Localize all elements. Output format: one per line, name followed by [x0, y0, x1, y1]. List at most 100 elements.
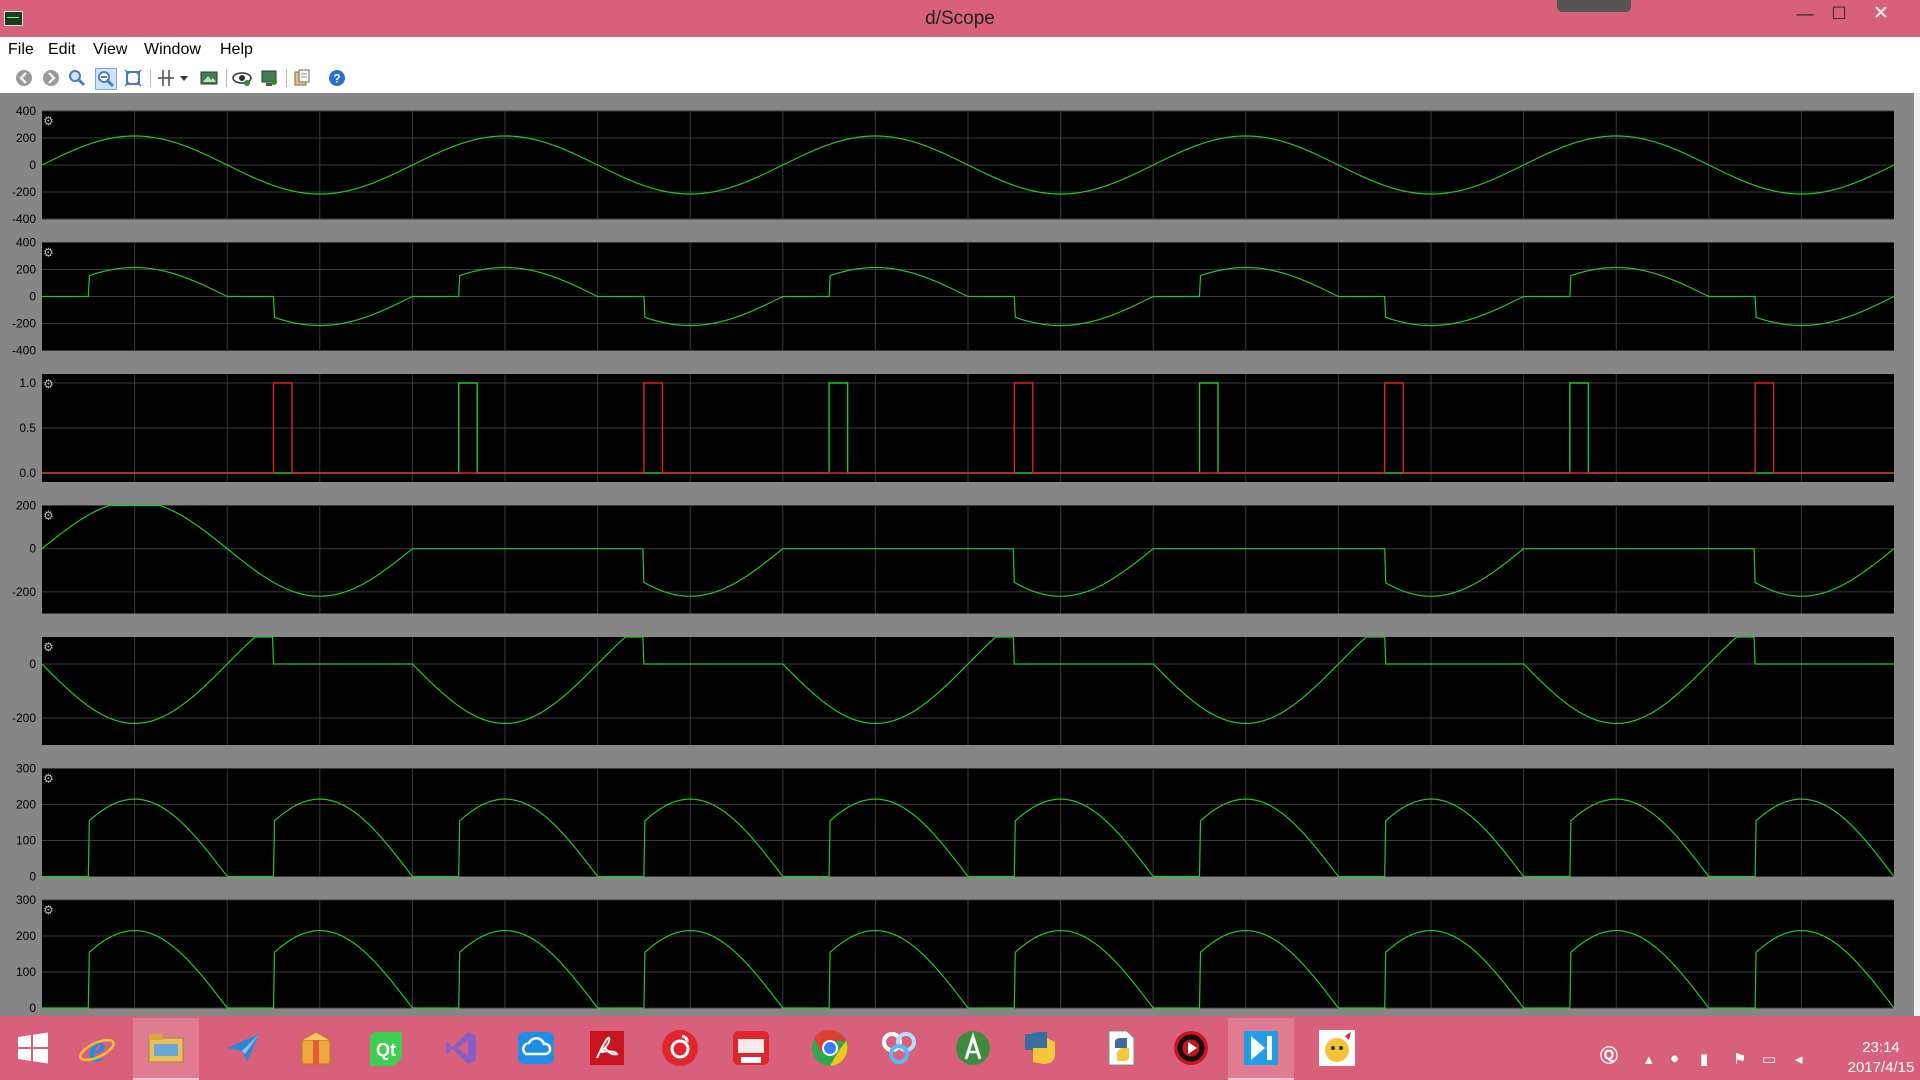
y-tick-label: 0.5 — [19, 421, 36, 435]
package-icon[interactable] — [283, 1018, 349, 1078]
clock-time: 23:14 — [1862, 1039, 1900, 1056]
pin-icon: ⚙ — [43, 640, 54, 654]
y-tick-label: 300 — [16, 762, 36, 776]
y-tick-label: 100 — [16, 965, 36, 979]
fit-icon[interactable] — [123, 68, 143, 88]
y-tick-label: 200 — [16, 263, 36, 277]
zoom-icon[interactable] — [67, 68, 87, 88]
android-studio-icon[interactable] — [940, 1018, 1006, 1078]
y-tick-label: 0 — [29, 290, 36, 304]
y-tick-label: 300 — [16, 893, 36, 907]
pin-icon: ⚙ — [43, 509, 54, 523]
flag-tray-icon[interactable]: ⚑ — [1733, 1050, 1746, 1068]
y-tick-label: 100 — [16, 834, 36, 848]
svg-text:?: ? — [333, 72, 340, 86]
ie-icon[interactable]: e — [64, 1018, 130, 1078]
netease-music-icon[interactable] — [647, 1018, 713, 1078]
eye-icon[interactable] — [232, 68, 252, 88]
y-tick-label: 400 — [16, 104, 36, 118]
chat-app-icon[interactable] — [1304, 1018, 1370, 1078]
scope-panel: 400 200 0 -200 -400 ⚙ — [12, 104, 1895, 226]
display-icon[interactable] — [259, 68, 279, 88]
title-bar: d/Scope — ☐ ✕ — [0, 0, 1920, 37]
pdf-icon[interactable] — [574, 1018, 640, 1078]
maximize-button[interactable]: ☐ — [1822, 0, 1856, 30]
clock[interactable]: 23:14 2017/4/15 — [1846, 1038, 1916, 1078]
scope-panel: 300 200 100 0 ⚙ — [16, 893, 1895, 1015]
pin-icon: ⚙ — [43, 377, 54, 391]
menu-file[interactable]: File — [8, 41, 34, 59]
dropdown-icon[interactable] — [178, 68, 190, 88]
y-tick-label: 0 — [29, 657, 36, 671]
y-tick-label: -400 — [12, 344, 36, 358]
bird-app-icon[interactable] — [210, 1018, 276, 1078]
clock-date: 2017/4/15 — [1847, 1059, 1915, 1076]
visual-studio-icon[interactable] — [427, 1018, 493, 1078]
youdao-icon[interactable] — [718, 1018, 784, 1078]
y-tick-label: 200 — [16, 798, 36, 812]
scope-app-icon[interactable] — [1228, 1018, 1294, 1080]
y-tick-label: 0 — [29, 158, 36, 172]
forward-icon[interactable] — [41, 68, 61, 88]
y-tick-label: 0 — [29, 870, 36, 884]
baidu-cloud-icon[interactable] — [866, 1018, 932, 1078]
svg-text:Qt: Qt — [376, 1040, 396, 1060]
toolbar-separator — [150, 69, 151, 87]
y-tick-label: 1.0 — [19, 376, 36, 390]
chrome-icon[interactable] — [797, 1018, 863, 1078]
image-icon[interactable] — [199, 68, 219, 88]
title-handle — [1557, 0, 1631, 12]
menu-view[interactable]: View — [93, 41, 127, 59]
scope-panel: 1.0 0.5 0.0 ⚙ — [19, 374, 1894, 482]
menu-help[interactable]: Help — [220, 41, 253, 59]
y-tick-label: -200 — [12, 185, 36, 199]
taskbar: e Qt Ⓠ ▴ ● ▮ ⚑ ▭ ◂ 23:14 2017/4/15 — [0, 1016, 1920, 1080]
help-icon[interactable]: ? — [327, 68, 347, 88]
penguin-tray-icon[interactable]: ● — [1670, 1050, 1679, 1067]
qt-icon[interactable]: Qt — [353, 1018, 419, 1078]
back-icon[interactable] — [14, 68, 34, 88]
qq-tray-icon[interactable]: Ⓠ — [1600, 1042, 1618, 1068]
y-tick-label: -200 — [12, 317, 36, 331]
toolbar-separator — [286, 69, 287, 87]
window-title: d/Scope — [925, 8, 995, 29]
usb-tray-icon[interactable]: ▮ — [1700, 1050, 1708, 1068]
toolbar: ? — [0, 63, 1920, 93]
zoom-out-icon[interactable] — [95, 68, 117, 90]
menu-bar: File Edit View Window Help — [0, 37, 1920, 63]
volume-tray-icon[interactable]: ◂ — [1795, 1050, 1803, 1068]
scope-panel: 300 200 100 0 ⚙ — [16, 762, 1895, 884]
window-edge — [1914, 93, 1920, 1016]
svg-text:e: e — [89, 1028, 106, 1068]
minimize-button[interactable]: — — [1788, 0, 1822, 30]
y-tick-label: 0 — [29, 542, 36, 556]
menu-edit[interactable]: Edit — [48, 41, 76, 59]
file-explorer-icon[interactable] — [133, 1018, 199, 1080]
windows-start-icon[interactable] — [0, 1018, 66, 1078]
cloud-icon[interactable] — [503, 1018, 569, 1078]
menu-window[interactable]: Window — [144, 41, 201, 59]
toolbar-separator — [226, 69, 227, 87]
y-tick-label: -200 — [12, 585, 36, 599]
plot-area: 400 200 0 -200 -400 ⚙ 400 200 0 -200 -400 ⚙ 1.0 0.5 0.… — [0, 93, 1914, 1029]
scope-panel: 200 0 -200 ⚙ — [12, 499, 1895, 614]
y-tick-label: 0.0 — [19, 466, 36, 480]
scope-panel: 0 -200 ⚙ — [12, 636, 1894, 745]
python-icon[interactable] — [1010, 1018, 1076, 1078]
y-tick-label: 200 — [16, 929, 36, 943]
close-button[interactable]: ✕ — [1856, 0, 1906, 30]
scope-plots[interactable]: 400 200 0 -200 -400 ⚙ 400 200 0 -200 -400 ⚙ 1.0 0.5 0.… — [0, 93, 1914, 1029]
pin-icon: ⚙ — [43, 903, 54, 917]
media-player-icon[interactable] — [1158, 1018, 1224, 1078]
copy-icon[interactable] — [292, 68, 312, 88]
python-file-icon[interactable] — [1088, 1018, 1154, 1078]
y-tick-label: 0 — [29, 1001, 36, 1015]
y-tick-label: -400 — [12, 212, 36, 226]
y-tick-label: -200 — [12, 711, 36, 725]
pin-icon: ⚙ — [43, 114, 54, 128]
cursor-icon[interactable] — [156, 68, 176, 88]
network-tray-icon[interactable]: ▭ — [1762, 1050, 1776, 1068]
scope-panel: 400 200 0 -200 -400 ⚙ — [12, 236, 1895, 358]
tray-expand-icon[interactable]: ▴ — [1645, 1050, 1653, 1068]
pin-icon: ⚙ — [43, 246, 54, 260]
